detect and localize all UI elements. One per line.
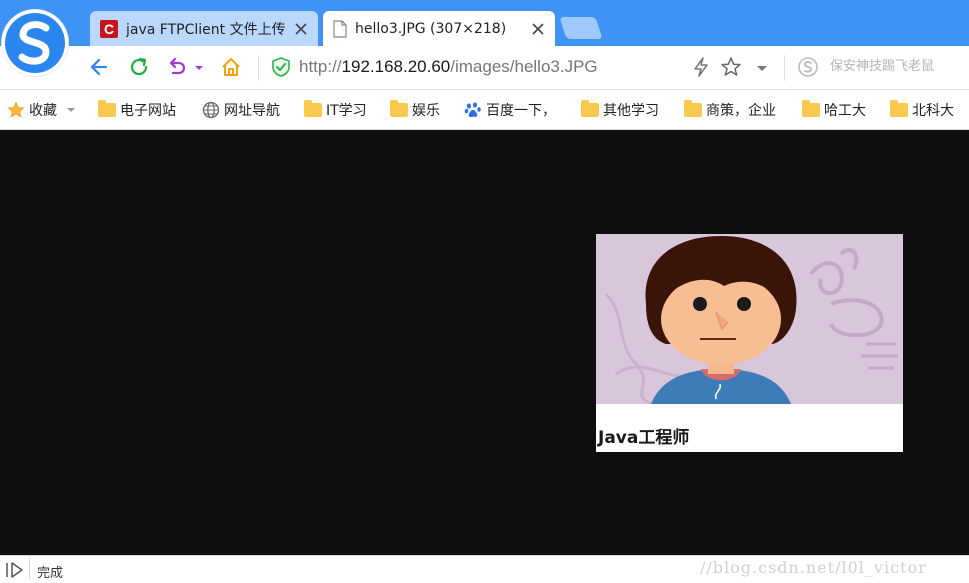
url-path: /images/hello3.JPG xyxy=(450,57,598,76)
url-scheme: http:// xyxy=(299,57,342,76)
folder-icon xyxy=(802,100,820,117)
bookmark-item[interactable]: 电子网站 xyxy=(98,100,176,120)
folder-icon xyxy=(390,100,408,117)
back-arrow-icon[interactable] xyxy=(88,56,110,78)
bookmark-item[interactable]: 商策，企业 xyxy=(684,100,776,120)
folder-icon xyxy=(98,100,116,117)
tab-title: hello3.JPG (307×218) xyxy=(355,20,507,37)
bookmark-label: 网址导航 xyxy=(224,103,280,119)
chevron-down-icon[interactable] xyxy=(754,56,770,78)
bookmark-item[interactable]: 百度一下， xyxy=(464,100,556,120)
undo-icon[interactable] xyxy=(166,56,188,78)
close-icon[interactable] xyxy=(531,22,545,36)
sidebar-toggle-icon[interactable] xyxy=(4,560,28,580)
tab-title: java FTPClient 文件上传 xyxy=(126,21,286,38)
extension-label[interactable]: 保安神技踢飞老鼠 xyxy=(830,58,934,76)
image-caption: Java工程师 xyxy=(598,428,690,448)
address-bar[interactable]: http://192.168.20.60/images/hello3.JPG xyxy=(299,56,598,78)
displayed-image[interactable]: Java工程师 xyxy=(596,234,903,452)
bookmark-item[interactable]: 哈工大 xyxy=(802,100,866,120)
bookmark-item[interactable]: 网址导航 xyxy=(202,100,280,120)
sogou-browser-logo-icon[interactable] xyxy=(2,10,68,76)
baidu-paw-icon xyxy=(464,102,481,117)
status-text: 完成 xyxy=(37,566,64,581)
browser-window: C java FTPClient 文件上传 hello3.JPG (307×21… xyxy=(0,0,969,583)
lightning-icon[interactable] xyxy=(690,56,712,78)
star-icon xyxy=(7,102,25,118)
globe-icon xyxy=(202,101,220,119)
bookmark-label: IT学习 xyxy=(326,103,367,119)
bookmark-label: 其他学习 xyxy=(603,103,659,119)
toolbar: http://192.168.20.60/images/hello3.JPG 保… xyxy=(0,46,969,90)
illustration-programmer-image xyxy=(596,234,903,452)
folder-icon xyxy=(304,100,322,117)
bookmark-label: 北科大 xyxy=(912,103,954,119)
page-viewport: Java工程师 xyxy=(0,130,969,555)
bookmark-item[interactable]: 娱乐 xyxy=(390,100,440,120)
shield-icon[interactable] xyxy=(270,56,292,78)
url-host: 192.168.20.60 xyxy=(341,57,451,76)
toolbar-divider xyxy=(258,55,259,81)
close-icon[interactable] xyxy=(294,22,308,36)
chevron-down-icon xyxy=(67,108,75,112)
document-icon xyxy=(333,19,347,38)
chevron-down-icon[interactable] xyxy=(194,56,204,78)
status-divider xyxy=(29,558,30,580)
bookmark-label: 收藏 xyxy=(29,103,57,119)
bookmark-label: 哈工大 xyxy=(824,103,866,119)
toolbar-divider xyxy=(784,55,785,81)
csdn-icon: C xyxy=(100,19,118,38)
bookmark-label: 娱乐 xyxy=(412,103,440,119)
watermark-text: //blog.csdn.net/l0l_victor xyxy=(700,558,927,577)
bookmark-favorites[interactable]: 收藏 xyxy=(7,100,77,120)
status-bar: 完成 //blog.csdn.net/l0l_victor xyxy=(0,555,969,583)
tab-strip: C java FTPClient 文件上传 hello3.JPG (307×21… xyxy=(0,0,969,46)
bookmarks-bar: 收藏 电子网站 网址导航 IT学习 娱乐 百度一下， 其他学习 商策，企业 哈工… xyxy=(0,90,969,130)
refresh-icon[interactable] xyxy=(128,56,150,78)
bookmark-item[interactable]: 北科大 xyxy=(890,100,954,120)
bookmark-item[interactable]: IT学习 xyxy=(304,100,367,120)
bookmark-label: 百度一下， xyxy=(486,103,556,119)
folder-icon xyxy=(581,100,599,117)
tab-ftpclient[interactable]: C java FTPClient 文件上传 xyxy=(90,11,318,46)
folder-icon xyxy=(684,100,702,117)
bookmark-item[interactable]: 其他学习 xyxy=(581,100,659,120)
bookmark-label: 电子网站 xyxy=(120,103,176,119)
home-icon[interactable] xyxy=(220,56,242,78)
new-tab-button[interactable] xyxy=(559,17,603,39)
bookmark-label: 商策，企业 xyxy=(706,103,776,119)
folder-icon xyxy=(890,100,908,117)
tab-hello3[interactable]: hello3.JPG (307×218) xyxy=(323,11,555,46)
extension-icon[interactable] xyxy=(797,56,819,78)
star-icon[interactable] xyxy=(720,56,742,78)
